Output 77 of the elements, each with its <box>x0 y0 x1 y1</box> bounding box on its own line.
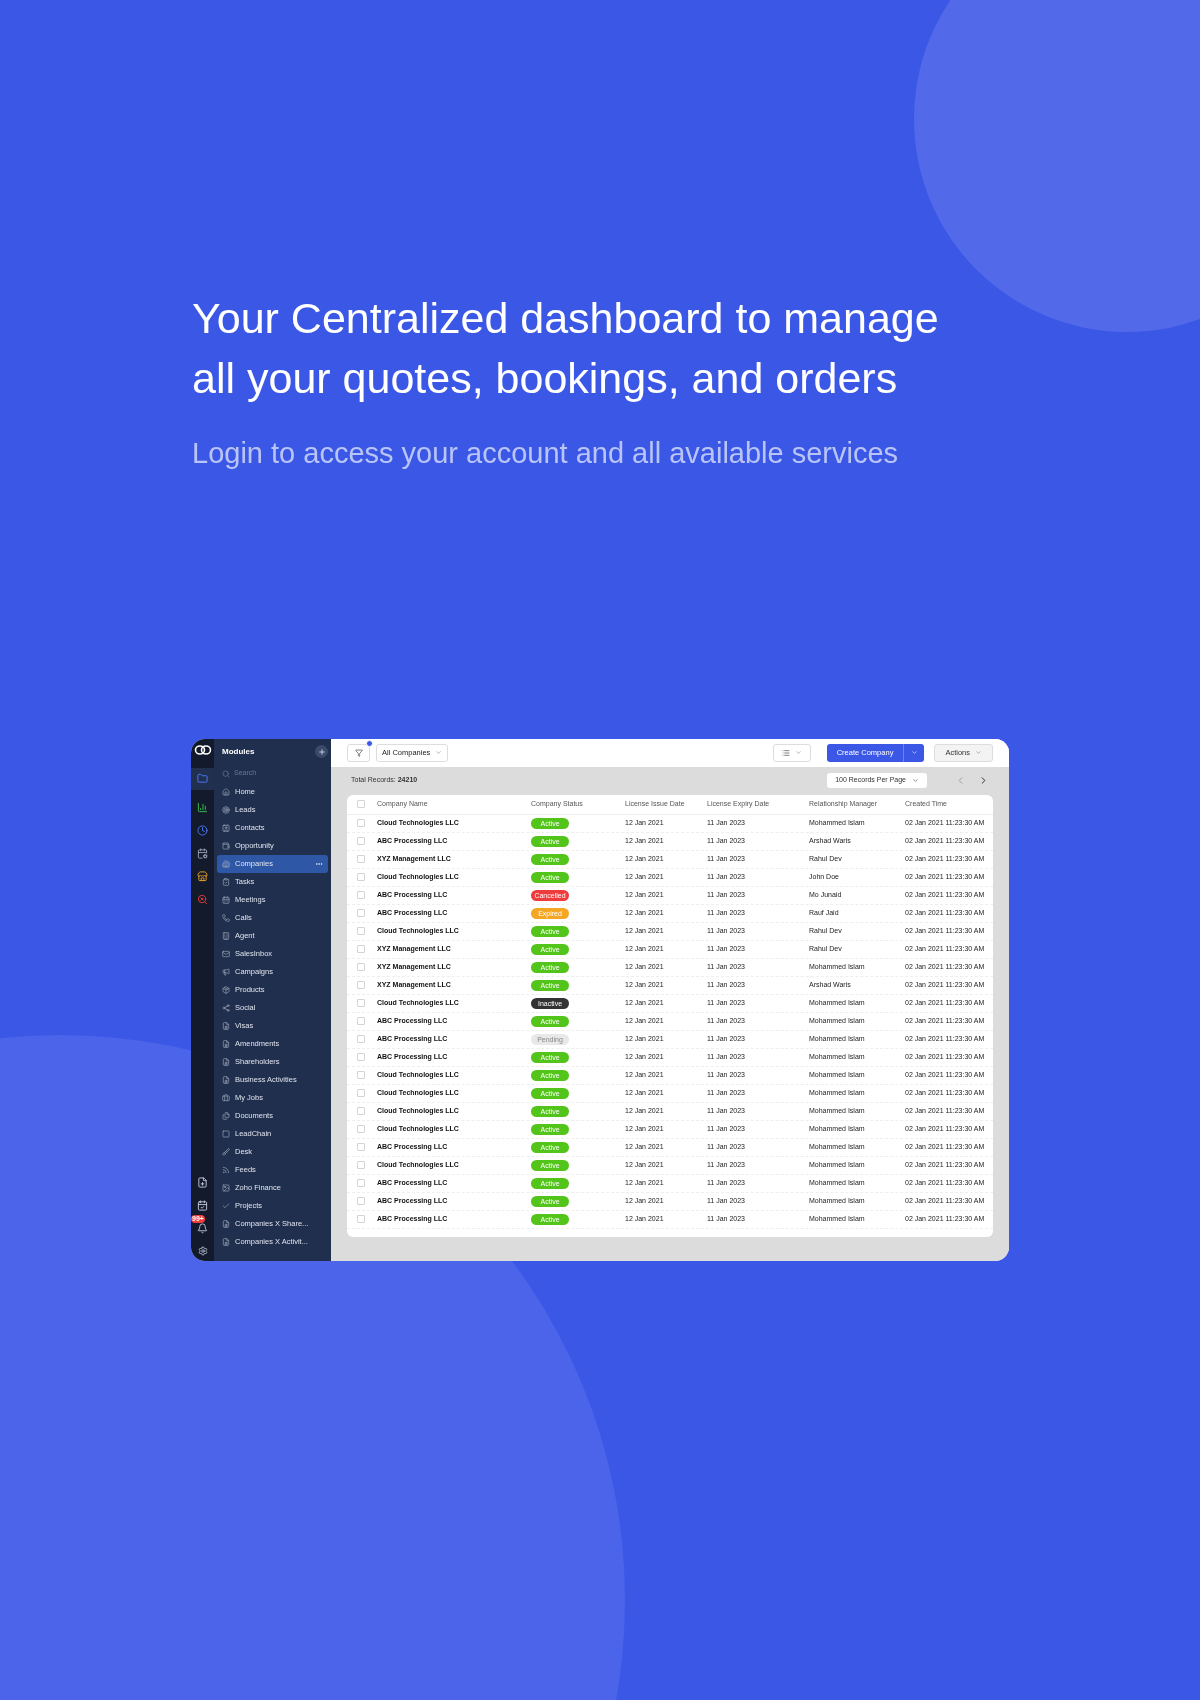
clipboard-icon <box>222 877 230 886</box>
row-checkbox[interactable] <box>357 927 365 935</box>
phone-icon <box>222 913 230 922</box>
row-checkbox[interactable] <box>357 837 365 845</box>
wallet-icon <box>222 841 230 850</box>
document-icon <box>222 1057 230 1066</box>
bell-icon[interactable] <box>197 1222 208 1234</box>
store-icon[interactable] <box>197 870 208 882</box>
row-checkbox[interactable] <box>357 1197 365 1205</box>
document-icon <box>222 1219 230 1228</box>
row-checkbox[interactable] <box>357 873 365 881</box>
search-icon <box>222 769 230 778</box>
mail-icon <box>222 949 230 958</box>
share-icon <box>222 1003 230 1012</box>
check-icon <box>222 1201 230 1210</box>
caret-icon <box>975 749 982 756</box>
row-checkbox[interactable] <box>357 1035 365 1043</box>
feed-icon <box>222 1165 230 1174</box>
create-options-button[interactable] <box>903 743 925 762</box>
row-checkbox[interactable] <box>357 963 365 971</box>
row-checkbox[interactable] <box>357 999 365 1007</box>
calendar-icon[interactable] <box>197 847 208 859</box>
plus-icon <box>317 747 326 756</box>
calendar-icon <box>222 895 230 904</box>
row-checkbox[interactable] <box>357 819 365 827</box>
square-icon <box>222 1129 230 1138</box>
row-checkbox[interactable] <box>357 909 365 917</box>
row-checkbox[interactable] <box>357 1071 365 1079</box>
row-checkbox[interactable] <box>357 1143 365 1151</box>
files-icon <box>222 1111 230 1120</box>
contact-card-icon <box>222 823 230 832</box>
caret-icon <box>435 749 443 756</box>
caret-icon <box>910 749 918 756</box>
document-icon <box>222 1075 230 1084</box>
megaphone-icon <box>222 967 230 976</box>
list-view-button[interactable] <box>772 743 811 762</box>
headline: Your Centralized dashboard to manage <box>192 293 940 344</box>
row-checkbox[interactable] <box>357 1179 365 1187</box>
row-checkbox[interactable] <box>357 1053 365 1061</box>
calendar-icon[interactable] <box>197 1199 208 1211</box>
image-icon <box>222 1183 230 1192</box>
building-icon <box>222 931 230 940</box>
document-icon <box>222 1039 230 1048</box>
row-checkbox[interactable] <box>357 1125 365 1133</box>
row-checkbox[interactable] <box>357 945 365 953</box>
subtitle: Login to access your account and all available services <box>192 436 900 471</box>
logo-icon <box>193 743 212 756</box>
panel-title: Modules <box>222 745 255 758</box>
row-checkbox[interactable] <box>357 1215 365 1223</box>
folder-icon <box>197 773 208 784</box>
clock-icon[interactable] <box>197 824 208 836</box>
caret-icon <box>912 777 919 784</box>
add-note-icon[interactable] <box>197 1176 208 1188</box>
caret-icon <box>794 749 802 756</box>
row-checkbox[interactable] <box>357 1161 365 1169</box>
chart-icon[interactable] <box>197 801 208 813</box>
building-icon <box>222 859 230 868</box>
row-checkbox[interactable] <box>357 1017 365 1025</box>
row-checkbox[interactable] <box>357 981 365 989</box>
briefcase-icon <box>222 1093 230 1102</box>
filter-icon <box>354 748 363 757</box>
headline: all your quotes, bookings, and orders <box>192 353 899 404</box>
add-button[interactable] <box>315 745 328 758</box>
home-icon <box>222 787 230 796</box>
document-icon <box>222 1237 230 1246</box>
package-icon <box>222 985 230 994</box>
row-checkbox[interactable] <box>357 891 365 899</box>
settings-icon[interactable] <box>197 1245 208 1256</box>
document-icon <box>222 1021 230 1030</box>
list-icon <box>781 748 790 757</box>
target-icon <box>222 805 230 814</box>
row-checkbox[interactable] <box>357 1107 365 1115</box>
search-icon[interactable] <box>197 893 208 905</box>
row-checkbox[interactable] <box>357 1089 365 1097</box>
select-all-checkbox[interactable] <box>357 800 365 808</box>
row-checkbox[interactable] <box>357 855 365 863</box>
folder-tab[interactable] <box>191 767 214 790</box>
